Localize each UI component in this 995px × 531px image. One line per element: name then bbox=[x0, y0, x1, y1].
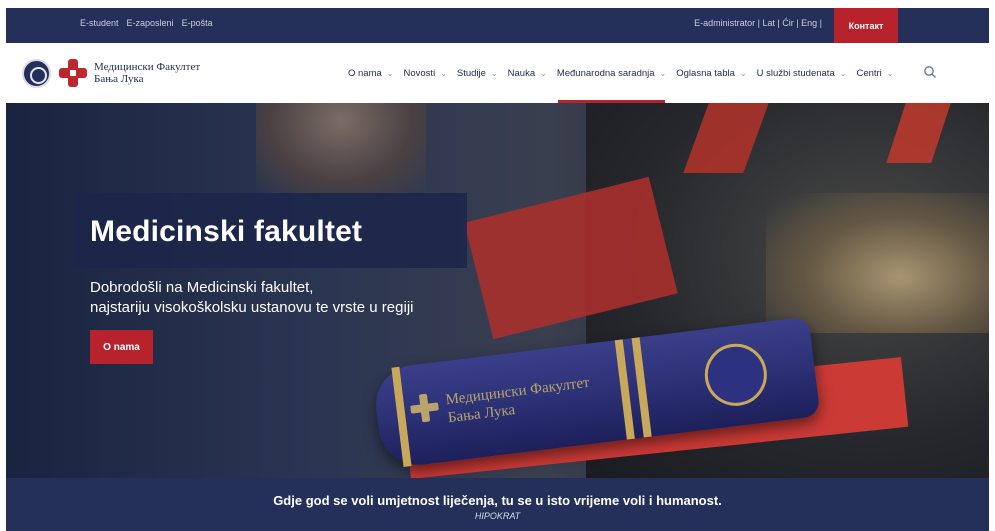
nav-label: Oglasna tabla bbox=[676, 67, 735, 79]
nav-item-u-sluzbi-studenata[interactable]: U službi studenata ⌄ bbox=[752, 43, 852, 103]
nav-item-o-nama[interactable]: O nama ⌄ bbox=[343, 43, 399, 103]
nav-label: Centri bbox=[856, 67, 882, 79]
nav-item-studije[interactable]: Studije ⌄ bbox=[452, 43, 503, 103]
chevron-down-icon: ⌄ bbox=[659, 68, 667, 78]
logo-line-1: Медицински Факултет bbox=[94, 61, 201, 73]
chevron-down-icon: ⌄ bbox=[739, 68, 747, 78]
logo-line-2: Бања Лука bbox=[94, 73, 144, 85]
quote-author: HIPOKRAT bbox=[474, 511, 521, 521]
book-inscription: Медицински Факултет Бања Лука bbox=[445, 374, 593, 427]
nav-label: O nama bbox=[348, 67, 382, 79]
hero-subtitle-line-1: Dobrodošli na Medicinski fakultet, bbox=[90, 279, 314, 296]
e-posta-link[interactable]: E-pošta bbox=[182, 18, 213, 28]
chevron-down-icon: ⌄ bbox=[886, 68, 894, 78]
chevron-down-icon: ⌄ bbox=[440, 68, 447, 78]
nav-item-centri[interactable]: Centri ⌄ bbox=[851, 43, 898, 103]
nav-item-novosti[interactable]: Novosti ⌄ bbox=[399, 43, 452, 103]
hero-subtitle: Dobrodošli na Medicinski fakultet, najst… bbox=[90, 278, 450, 318]
contact-button[interactable]: Контакт bbox=[834, 8, 898, 43]
top-bar: E-student E-zaposleni E-pošta E-administ… bbox=[6, 8, 989, 43]
chevron-down-icon: ⌄ bbox=[490, 68, 498, 78]
quote-text: Gdje god se voli umjetnost liječenja, tu… bbox=[273, 493, 722, 508]
nav-label: Međunarodna saradnja bbox=[556, 67, 655, 79]
e-student-link[interactable]: E-student bbox=[80, 18, 119, 28]
top-links: E-student E-zaposleni E-pošta bbox=[80, 18, 213, 28]
nav-item-oglasna-tabla[interactable]: Oglasna tabla ⌄ bbox=[671, 43, 751, 103]
language-admin-links[interactable]: E-administrator | Lat | Ćir | Eng | bbox=[694, 18, 822, 28]
about-button[interactable]: O nama bbox=[90, 330, 153, 364]
chevron-down-icon: ⌄ bbox=[839, 68, 847, 78]
nav-item-medjunarodna-saradnja[interactable]: Međunarodna saradnja ⌄ bbox=[552, 43, 671, 103]
nav-item-nauka[interactable]: Nauka ⌄ bbox=[503, 43, 552, 103]
site-logo[interactable]: Медицински Факултет Бања Лука bbox=[22, 57, 200, 89]
hero-banner: Медицински Факултет Бања Лука Medicinski… bbox=[6, 103, 989, 478]
university-seal-icon bbox=[22, 58, 51, 88]
hero-title: Medicinski fakultet bbox=[90, 215, 363, 248]
chevron-down-icon: ⌄ bbox=[540, 68, 547, 78]
nav-label: Nauka bbox=[507, 67, 536, 79]
book-cross-emblem-icon bbox=[409, 392, 440, 423]
nav-label: Studije bbox=[456, 67, 486, 79]
quote-band: Gdje god se voli umjetnost liječenja, tu… bbox=[6, 478, 989, 531]
faculty-cross-icon bbox=[57, 57, 89, 89]
nav-label: Novosti bbox=[403, 67, 436, 79]
e-zaposleni-link[interactable]: E-zaposleni bbox=[127, 18, 174, 28]
book-seal-icon bbox=[701, 340, 771, 410]
hero-subtitle-line-2: najstariju visokoškolsku ustanovu te vrs… bbox=[90, 299, 414, 316]
chevron-down-icon: ⌄ bbox=[386, 68, 394, 78]
main-header: Медицински Факултет Бања Лука O nama ⌄ No… bbox=[6, 43, 989, 103]
main-nav: O nama ⌄ Novosti ⌄ Studije ⌄ Nauka ⌄ Međunar… bbox=[343, 43, 899, 103]
nav-label: U službi studenata bbox=[756, 67, 835, 79]
logo-text: Медицински Факултет Бања Лука bbox=[94, 61, 200, 85]
search-icon[interactable] bbox=[923, 65, 937, 79]
